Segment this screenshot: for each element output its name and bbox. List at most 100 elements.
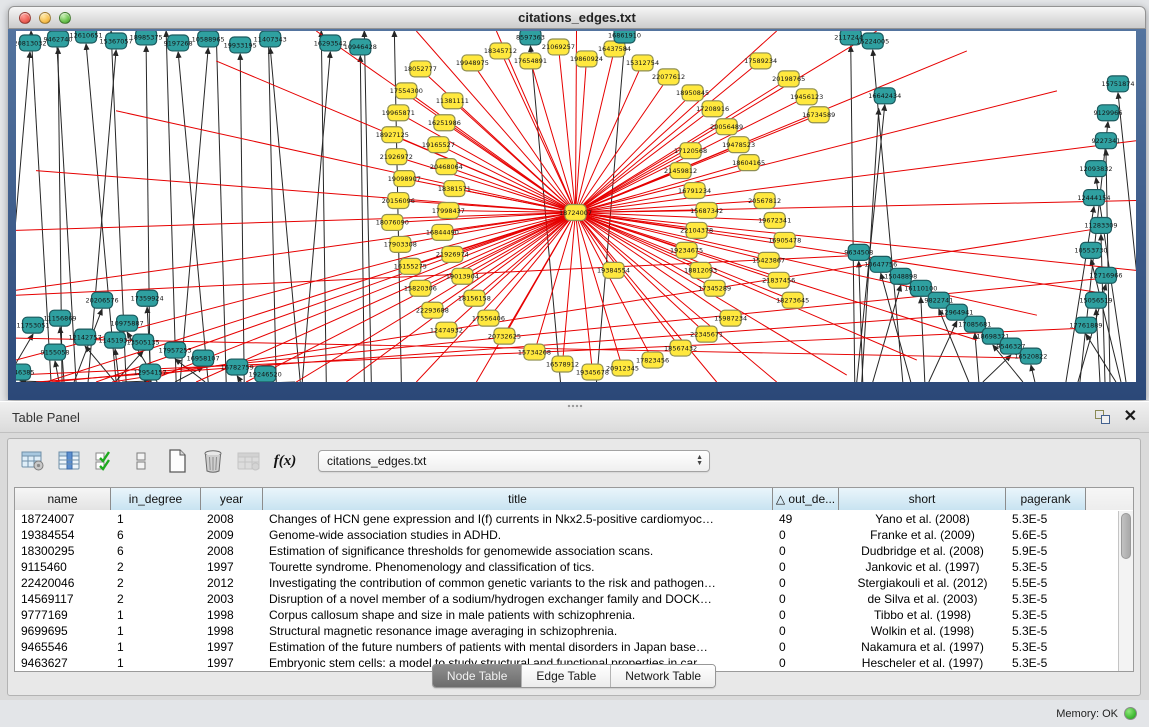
- table-settings-icon[interactable]: [18, 447, 48, 475]
- graph-node[interactable]: 12474932: [430, 322, 463, 338]
- minimize-window-button[interactable]: [39, 12, 51, 24]
- graph-node[interactable]: 18567432: [664, 340, 697, 356]
- graph-node[interactable]: 15423867: [752, 252, 785, 268]
- graph-node[interactable]: 18950845: [676, 85, 709, 101]
- table-row[interactable]: 1938455462009Genome-wide association stu…: [15, 527, 1118, 543]
- splitter-grip[interactable]: [567, 404, 583, 409]
- graph-node[interactable]: 10553730: [1074, 242, 1107, 258]
- close-window-button[interactable]: [19, 12, 31, 24]
- column-header-in_degree[interactable]: in_degree: [111, 488, 201, 510]
- graph-node[interactable]: 16642434: [868, 88, 901, 104]
- graph-node[interactable]: 22345671: [690, 326, 723, 342]
- scrollbar-thumb[interactable]: [1121, 513, 1131, 559]
- function-builder-icon[interactable]: f(x): [270, 447, 300, 475]
- graph-node[interactable]: 9155058: [41, 344, 70, 360]
- graph-node[interactable]: 17556406: [472, 310, 505, 326]
- graph-node[interactable]: 12444154: [1077, 190, 1110, 206]
- graph-node[interactable]: 10588965: [192, 31, 225, 47]
- network-graph-canvas[interactable]: 1872400718052777175543001996587118927125…: [16, 31, 1136, 382]
- graph-node[interactable]: 22104378: [680, 222, 713, 238]
- graph-node[interactable]: 19948975: [456, 55, 489, 71]
- tab-edge-table[interactable]: Edge Table: [521, 665, 610, 687]
- graph-node[interactable]: 18076090: [376, 214, 409, 230]
- graph-node[interactable]: 20813032: [16, 35, 47, 51]
- graph-node[interactable]: 18985375: [130, 31, 163, 45]
- column-header-name[interactable]: name: [15, 488, 111, 510]
- table-row[interactable]: 977716911998Corpus callosum shape and si…: [15, 607, 1118, 623]
- graph-node[interactable]: 9129966: [1094, 105, 1123, 121]
- new-document-icon[interactable]: [162, 447, 192, 475]
- column-header-short[interactable]: short: [839, 488, 1006, 510]
- graph-node[interactable]: 10946428: [344, 39, 377, 55]
- graph-node[interactable]: 15367057: [100, 33, 133, 49]
- window-titlebar[interactable]: citations_edges.txt: [8, 6, 1146, 29]
- graph-node[interactable]: 19933195: [224, 37, 257, 53]
- graph-node[interactable]: 17823456: [636, 352, 669, 368]
- graph-node[interactable]: 20912345: [606, 360, 639, 376]
- table-row[interactable]: 1872400712008Changes of HCN gene express…: [15, 511, 1118, 527]
- table-row[interactable]: 946554611997Estimation of the future num…: [15, 639, 1118, 655]
- graph-node[interactable]: 8597363: [516, 31, 545, 45]
- graph-node[interactable]: 20206576: [86, 292, 119, 308]
- column-header-year[interactable]: year: [201, 488, 263, 510]
- float-panel-icon[interactable]: [1095, 410, 1110, 424]
- graph-node[interactable]: 12716966: [1089, 267, 1122, 283]
- graph-node[interactable]: 21926972: [380, 149, 413, 165]
- graph-node[interactable]: 9462740: [44, 31, 73, 47]
- graph-node[interactable]: 16734589: [802, 107, 835, 123]
- graph-node[interactable]: 15056519: [1079, 292, 1112, 308]
- graph-node[interactable]: 18604165: [732, 155, 765, 171]
- graph-node[interactable]: 22293688: [416, 302, 449, 318]
- graph-node[interactable]: 17359924: [131, 290, 164, 306]
- graph-node[interactable]: 20567812: [748, 193, 781, 209]
- table-row[interactable]: 911546021997Tourette syndrome. Phenomeno…: [15, 559, 1118, 575]
- graph-node[interactable]: 17345289: [698, 280, 731, 296]
- table-selector-dropdown[interactable]: citations_edges.txt ▲▼: [318, 450, 710, 472]
- graph-node[interactable]: 20468064: [430, 159, 463, 175]
- graph-node[interactable]: 9227341: [1092, 133, 1121, 149]
- column-header-out_de[interactable]: △ out_de...: [773, 488, 839, 510]
- graph-node[interactable]: 20056489: [710, 119, 743, 135]
- graph-node[interactable]: 12093832: [1079, 161, 1112, 177]
- graph-node[interactable]: 18345712: [484, 43, 517, 59]
- graph-node[interactable]: 11407343: [254, 31, 287, 47]
- graph-node[interactable]: 16844490: [426, 224, 459, 240]
- graph-node[interactable]: 12610651: [70, 31, 103, 43]
- rows-icon[interactable]: [126, 447, 156, 475]
- graph-node[interactable]: 18273645: [776, 292, 809, 308]
- zoom-window-button[interactable]: [59, 12, 71, 24]
- graph-node[interactable]: 22077612: [652, 69, 685, 85]
- graph-node[interactable]: 20732625: [488, 328, 521, 344]
- table-row[interactable]: 2242004622012Investigating the contribut…: [15, 575, 1118, 591]
- graph-node[interactable]: 19965871: [382, 105, 415, 121]
- table-row[interactable]: 1456911722003Disruption of a novel membe…: [15, 591, 1118, 607]
- close-panel-icon[interactable]: ✕: [1124, 410, 1137, 424]
- table-row[interactable]: 969969511998Structural magnetic resonanc…: [15, 623, 1118, 639]
- graph-node[interactable]: 19098907: [388, 171, 421, 187]
- graph-node[interactable]: 15312754: [626, 55, 659, 71]
- graph-node[interactable]: 10975887: [111, 315, 144, 331]
- graph-node[interactable]: 20156096: [382, 193, 415, 209]
- graph-node[interactable]: 16578912: [546, 356, 579, 372]
- column-header-pagerank[interactable]: pagerank: [1006, 488, 1086, 510]
- graph-node[interactable]: 18052777: [404, 61, 437, 77]
- tab-network-table[interactable]: Network Table: [610, 665, 715, 687]
- graph-node[interactable]: 19860924: [570, 51, 603, 67]
- tab-node-table[interactable]: Node Table: [433, 665, 522, 687]
- graph-node[interactable]: 17654891: [514, 53, 547, 69]
- graph-node[interactable]: 20198765: [772, 71, 805, 87]
- graph-node[interactable]: 19672341: [758, 212, 791, 228]
- table-row[interactable]: 1830029562008Estimation of significance …: [15, 543, 1118, 559]
- graph-node[interactable]: 9197268: [164, 35, 193, 51]
- graph-node[interactable]: 17208916: [696, 101, 729, 117]
- graph-node[interactable]: 9634508: [844, 244, 873, 260]
- graph-node[interactable]: 17554300: [390, 83, 423, 99]
- graph-node[interactable]: 19345678: [576, 364, 609, 380]
- graph-node[interactable]: 11381111: [436, 93, 469, 109]
- graph-node[interactable]: 21069257: [542, 39, 575, 55]
- graph-node[interactable]: 21837456: [762, 272, 795, 288]
- row-check-icon[interactable]: [90, 447, 120, 475]
- graph-node[interactable]: 11283309: [1084, 217, 1117, 233]
- graph-node[interactable]: 17120568: [674, 143, 707, 159]
- vertical-scrollbar[interactable]: [1118, 511, 1133, 671]
